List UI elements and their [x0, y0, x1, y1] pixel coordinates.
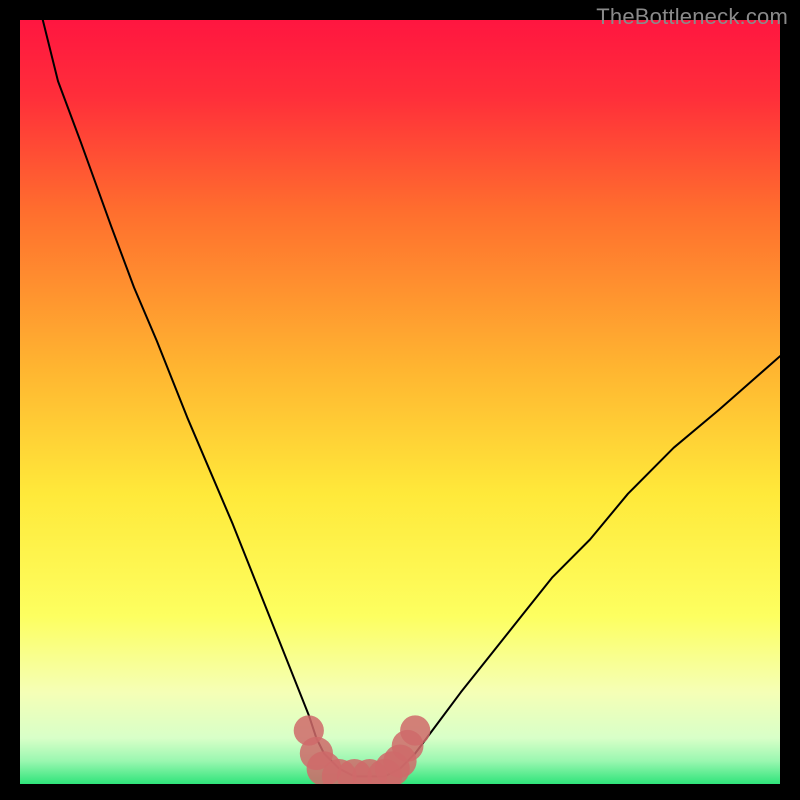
chart-stage: TheBottleneck.com [0, 0, 800, 800]
gradient-background [20, 20, 780, 784]
watermark-text: TheBottleneck.com [596, 4, 788, 30]
plot-area [20, 20, 780, 784]
marker-dot [400, 715, 430, 745]
chart-svg [20, 20, 780, 784]
